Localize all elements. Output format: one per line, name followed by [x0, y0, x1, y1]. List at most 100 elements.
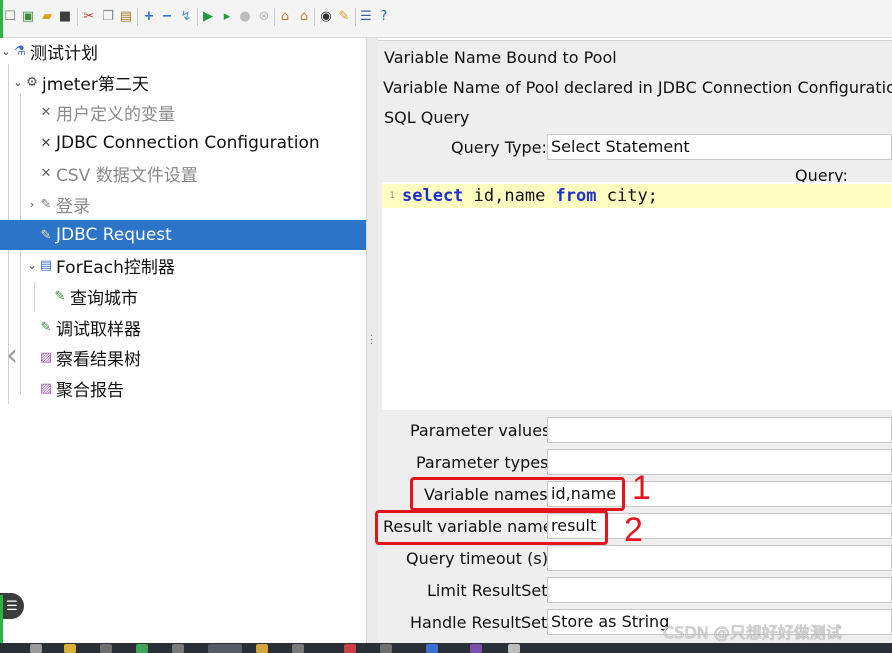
taskbar-app-icon[interactable]	[136, 644, 148, 653]
wrench-icon: ✕	[40, 104, 52, 120]
tree-item-csv-config[interactable]: ✕ CSV 数据文件设置	[0, 158, 366, 188]
limit-resultset-input[interactable]	[547, 577, 892, 603]
taskbar-app-icon[interactable]	[100, 644, 112, 653]
function-helper-icon[interactable]: ☰	[358, 9, 374, 25]
wrench-icon: ✕	[40, 135, 52, 151]
reset-search-icon[interactable]: ✎	[336, 9, 352, 25]
tree-item-user-variables[interactable]: ✕ 用户定义的变量	[0, 97, 366, 127]
taskbar-app-icon[interactable]	[508, 644, 520, 653]
help-icon[interactable]: ?	[376, 9, 392, 25]
code-keyword-select: select	[402, 186, 464, 206]
sql-query-label: SQL Query	[384, 108, 470, 127]
toolbar-separator	[314, 8, 315, 26]
sql-code-line: select id,name from city;	[402, 184, 658, 208]
expand-arrow[interactable]: ⌄	[0, 45, 12, 58]
tree-item-results-tree[interactable]: ▨ 察看结果树	[0, 342, 366, 372]
collapse-icon[interactable]: −	[159, 9, 175, 25]
line-number: 1	[389, 191, 395, 201]
parameter-values-input[interactable]	[547, 417, 892, 443]
tree-item-label: jmeter第二天	[42, 74, 149, 95]
tree-item-label: 查询城市	[70, 288, 138, 309]
code-table: city;	[596, 186, 658, 206]
top-field-edge	[378, 38, 892, 41]
tree-item-query-city[interactable]: ✎ 查询城市	[0, 281, 366, 311]
tree-item-label: 聚合报告	[56, 380, 124, 401]
expand-icon[interactable]: +	[141, 9, 157, 25]
cut-icon[interactable]: ✂	[81, 9, 97, 25]
tree-item-label: 登录	[56, 196, 90, 217]
expand-arrow[interactable]: ⌄	[12, 76, 24, 89]
taskbar-app-icon[interactable]	[64, 644, 76, 653]
annotation-number-1: 1	[632, 469, 651, 507]
tree-item-label: 察看结果树	[56, 349, 141, 370]
tree-item-thread-group[interactable]: ⌄ ⚙ jmeter第二天	[0, 67, 366, 97]
toggle-icon[interactable]: ↯	[178, 9, 194, 25]
wrench-icon: ✕	[40, 165, 52, 181]
test-plan-tree: ⌄ ⚗ 测试计划 ⌄ ⚙ jmeter第二天 ✕ 用户定义的变量 ✕ JDBC …	[0, 38, 366, 653]
expand-arrow[interactable]: ›	[26, 198, 38, 211]
taskbar-app-icon[interactable]	[292, 644, 304, 653]
taskbar-app-icon[interactable]	[30, 644, 42, 653]
sql-editor[interactable]: 1 select id,name from city;	[382, 182, 892, 410]
tree-item-label: CSV 数据文件设置	[56, 165, 198, 186]
parameter-types-label: Parameter types:	[416, 453, 554, 472]
new-icon[interactable]: ☐	[2, 9, 18, 25]
tree-item-foreach[interactable]: ⌄ ▤ ForEach控制器	[0, 250, 366, 280]
jmeter-window: ☐ ▣ ▰ ■ ✂ ❐ ▤ + − ↯ ▶ ▸ ● ⊗ ⌂ ⌂ ◉ ✎ ☰ ? …	[0, 0, 892, 653]
code-keyword-from: from	[555, 186, 597, 206]
limit-resultset-label: Limit ResultSet:	[427, 581, 553, 600]
taskbar	[0, 643, 892, 653]
open-icon[interactable]: ▰	[39, 9, 55, 25]
shutdown-icon[interactable]: ⊗	[256, 9, 272, 25]
query-type-label: Query Type:	[451, 138, 547, 157]
toolbar: ☐ ▣ ▰ ■ ✂ ❐ ▤ + − ↯ ▶ ▸ ● ⊗ ⌂ ⌂ ◉ ✎ ☰ ?	[0, 0, 892, 38]
taskbar-app-icon[interactable]	[426, 644, 438, 653]
handle-resultset-label: Handle ResultSet:	[410, 613, 553, 632]
clear-icon[interactable]: ⌂	[277, 9, 293, 25]
tree-item-label: 用户定义的变量	[56, 104, 175, 125]
taskbar-app-icon[interactable]	[470, 644, 482, 653]
save-icon[interactable]: ■	[57, 9, 73, 25]
taskbar-app-icon[interactable]	[344, 644, 356, 653]
stop-icon[interactable]: ●	[237, 9, 253, 25]
taskbar-app-icon[interactable]	[172, 644, 184, 653]
tree-item-login[interactable]: › ✎ 登录	[0, 189, 366, 219]
tree-item-jdbc-request[interactable]: ✎ JDBC Request	[0, 220, 366, 250]
parameter-types-input[interactable]	[547, 449, 892, 475]
pen-icon: ✎	[54, 288, 66, 304]
expand-arrow[interactable]: ⌄	[26, 259, 38, 272]
var-bound-label: Variable Name Bound to Pool	[384, 48, 617, 67]
panel-splitter[interactable]: · · ·	[366, 38, 378, 653]
taskbar-app-icon[interactable]	[208, 644, 242, 653]
tree-item-label: JDBC Connection Configuration	[56, 133, 320, 153]
templates-icon[interactable]: ▣	[20, 9, 36, 25]
query-timeout-input[interactable]	[547, 545, 892, 571]
menu-list-icon[interactable]: ☰	[0, 593, 24, 619]
paste-icon[interactable]: ▤	[118, 9, 134, 25]
start-icon[interactable]: ▶	[200, 9, 216, 25]
tree-item-test-plan[interactable]: ⌄ ⚗ 测试计划	[0, 36, 366, 66]
pen-icon: ✎	[40, 319, 52, 335]
tree-item-label: 调试取样器	[56, 319, 141, 340]
graph-icon: ▨	[39, 349, 53, 365]
taskbar-app-icon[interactable]	[256, 644, 268, 653]
tree-item-aggregate-report[interactable]: ▨ 聚合报告	[0, 373, 366, 403]
taskbar-app-icon[interactable]	[380, 644, 392, 653]
search-icon[interactable]: ◉	[318, 9, 334, 25]
watermark: CSDN @只想好好做测试	[663, 623, 842, 642]
gear-icon: ⚙	[26, 74, 38, 90]
back-arrow-icon[interactable]: ‹	[6, 338, 18, 373]
clear-all-icon[interactable]: ⌂	[296, 9, 312, 25]
toolbar-separator	[197, 8, 198, 26]
toolbar-separator	[77, 8, 78, 26]
tree-item-jdbc-config[interactable]: ✕ JDBC Connection Configuration	[0, 128, 366, 158]
query-type-select[interactable]: Select Statement	[547, 134, 892, 160]
toolbar-separator	[274, 8, 275, 26]
copy-icon[interactable]: ❐	[100, 9, 116, 25]
tree-item-debug-sampler[interactable]: ✎ 调试取样器	[0, 312, 366, 342]
tree-item-label: 测试计划	[30, 43, 98, 64]
start-no-pause-icon[interactable]: ▸	[219, 9, 235, 25]
pool-declared-label: Variable Name of Pool declared in JDBC C…	[383, 78, 892, 97]
tree-item-label: ForEach控制器	[56, 257, 175, 278]
accent-edge	[0, 0, 3, 38]
